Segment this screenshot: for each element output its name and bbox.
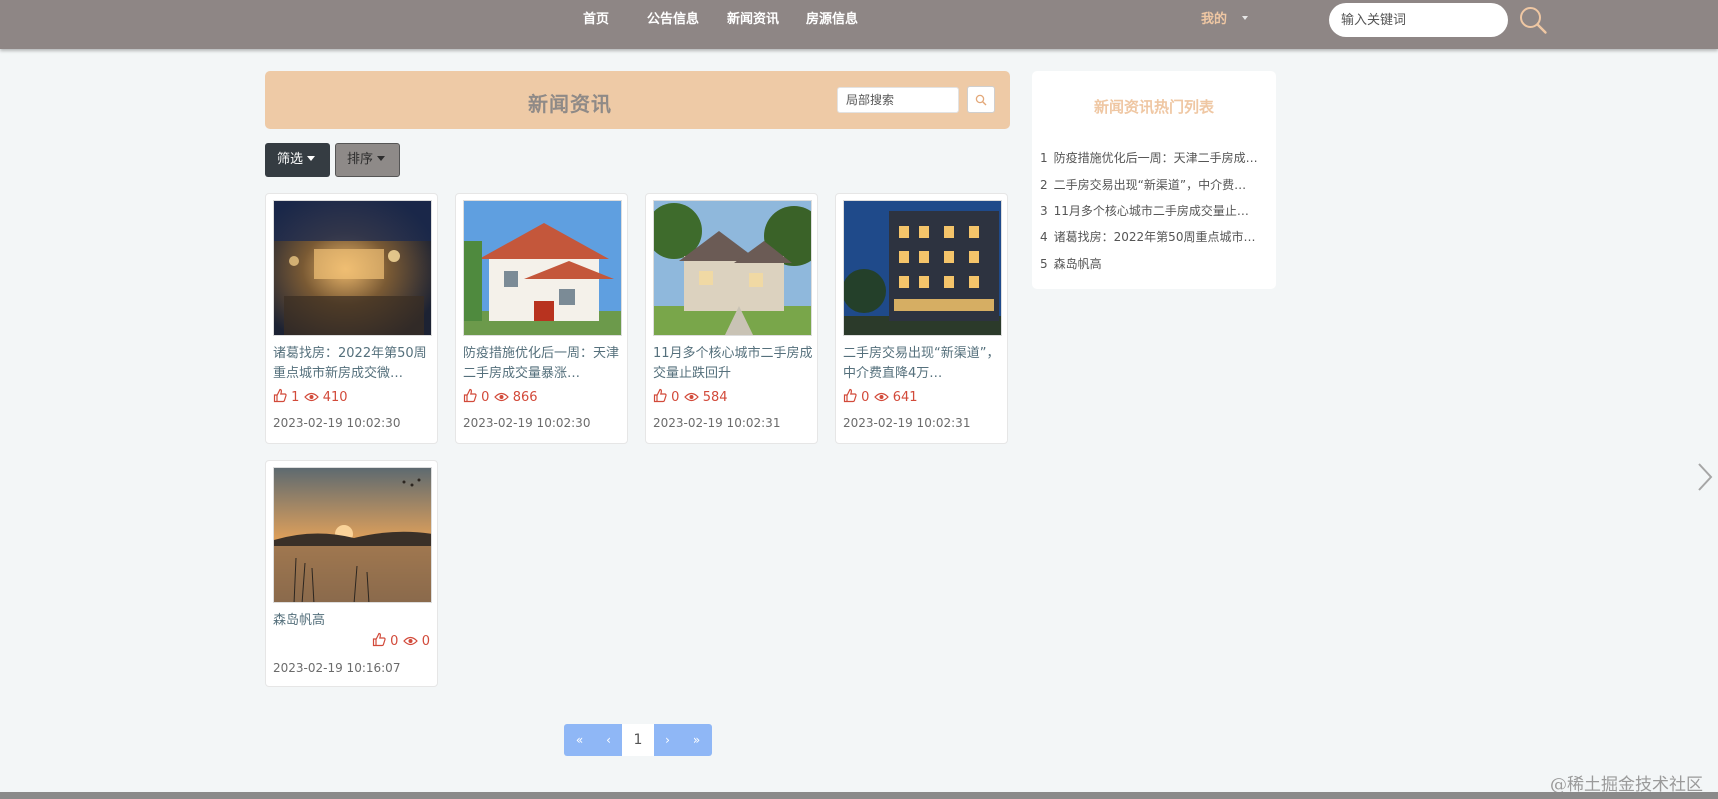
eye-icon — [873, 392, 889, 402]
search-icon[interactable] — [1518, 5, 1548, 35]
news-stats: 0 641 — [843, 388, 918, 406]
chevron-down-icon[interactable] — [1242, 16, 1248, 20]
thumbs-up-icon[interactable] — [463, 388, 477, 403]
view-count: 0 — [421, 634, 430, 649]
news-card[interactable]: 防疫措施优化后一周：天津二手房成交量暴涨… 0 866 2023-02-19 1… — [455, 193, 628, 444]
hot-news-rank: 5 — [1040, 257, 1048, 271]
footer-bar — [0, 792, 1718, 799]
pager-first-button[interactable]: « — [564, 724, 595, 756]
sort-dropdown-button[interactable]: 排序 — [335, 143, 400, 177]
top-navbar: 首页 公告信息 新闻资讯 房源信息 我的 — [0, 0, 1718, 49]
nav-announcements[interactable]: 公告信息 — [647, 12, 699, 28]
filter-label: 筛选 — [277, 152, 304, 167]
like-count: 1 — [291, 390, 300, 405]
hot-news-rank: 2 — [1040, 178, 1048, 192]
news-thumbnail[interactable] — [653, 200, 812, 336]
filter-dropdown-button[interactable]: 筛选 — [265, 143, 330, 177]
hot-news-item[interactable]: 2 二手房交易出现“新渠道”，中介费… — [1040, 177, 1270, 193]
like-count: 0 — [390, 634, 399, 649]
nav-home[interactable]: 首页 — [583, 12, 609, 28]
pager-current-page[interactable]: 1 — [622, 724, 654, 756]
news-date: 2023-02-19 10:02:30 — [273, 416, 401, 430]
page-title: 新闻资讯 — [528, 92, 612, 116]
local-search-button[interactable] — [967, 86, 995, 113]
house-night-image — [274, 201, 431, 335]
news-date: 2023-02-19 10:02:30 — [463, 416, 591, 430]
nav-listings[interactable]: 房源信息 — [806, 12, 858, 28]
pager-prev-button[interactable]: ‹ — [595, 724, 622, 756]
hot-news-rank: 1 — [1040, 151, 1048, 165]
news-card[interactable]: 森岛帆高 0 0 2023-02-19 10:16:07 — [265, 460, 438, 687]
news-title[interactable]: 防疫措施优化后一周：天津二手房成交量暴涨… — [463, 344, 623, 384]
eye-icon — [303, 392, 319, 402]
pager-next-button[interactable]: › — [654, 724, 681, 756]
news-title[interactable]: 二手房交易出现“新渠道”，中介费直降4万… — [843, 344, 1003, 384]
pager-last-button[interactable]: » — [681, 724, 712, 756]
like-count: 0 — [861, 390, 870, 405]
news-thumbnail[interactable] — [843, 200, 1002, 336]
nav-news[interactable]: 新闻资讯 — [727, 12, 779, 28]
eye-icon — [493, 392, 509, 402]
hot-news-text[interactable]: 防疫措施优化后一周：天津二手房成… — [1054, 151, 1258, 165]
news-date: 2023-02-19 10:02:31 — [653, 416, 781, 430]
hot-news-item[interactable]: 1 防疫措施优化后一周：天津二手房成… — [1040, 150, 1270, 166]
view-count: 641 — [892, 390, 918, 405]
news-stats: 0 0 — [372, 632, 430, 650]
like-count: 0 — [481, 390, 490, 405]
local-search-input[interactable] — [837, 87, 959, 113]
eye-icon — [683, 392, 699, 402]
thumbs-up-icon[interactable] — [843, 388, 857, 403]
building-dusk-image — [844, 201, 1001, 335]
news-title[interactable]: 诸葛找房：2022年第50周重点城市新房成交微… — [273, 344, 433, 384]
hot-news-rank: 3 — [1040, 204, 1048, 218]
news-card[interactable]: 诸葛找房：2022年第50周重点城市新房成交微… 1 410 2023-02-1… — [265, 193, 438, 444]
chevron-right-icon[interactable] — [1697, 462, 1713, 492]
hot-news-title: 新闻资讯热门列表 — [1093, 98, 1214, 116]
thumbs-up-icon[interactable] — [653, 388, 667, 403]
hot-news-rank: 4 — [1040, 230, 1048, 244]
like-count: 0 — [671, 390, 680, 405]
view-count: 584 — [702, 390, 728, 405]
hot-news-item[interactable]: 5 森岛帆高 — [1040, 256, 1270, 272]
news-stats: 0 866 — [463, 388, 538, 406]
news-header-banner: 新闻资讯 — [265, 71, 1010, 129]
news-stats: 0 584 — [653, 388, 728, 406]
hot-news-panel: 新闻资讯热门列表 1 防疫措施优化后一周：天津二手房成… 2 二手房交易出现“新渠道… — [1032, 71, 1276, 289]
news-thumbnail[interactable] — [273, 467, 432, 603]
thumbs-up-icon[interactable] — [372, 632, 386, 647]
hot-news-item[interactable]: 4 诸葛找房：2022年第50周重点城市… — [1040, 229, 1270, 245]
hot-news-text[interactable]: 11月多个核心城市二手房成交量止… — [1054, 204, 1249, 218]
my-account-menu[interactable]: 我的 — [1201, 12, 1227, 28]
search-input[interactable] — [1329, 3, 1508, 37]
caret-down-icon — [307, 156, 316, 161]
news-date: 2023-02-19 10:16:07 — [273, 661, 401, 675]
news-title[interactable]: 11月多个核心城市二手房成交量止跌回升 — [653, 344, 813, 384]
sort-label: 排序 — [347, 152, 374, 167]
eye-icon — [402, 636, 418, 646]
lake-sunset-image — [274, 468, 431, 602]
news-card[interactable]: 11月多个核心城市二手房成交量止跌回升 0 584 2023-02-19 10:… — [645, 193, 818, 444]
view-count: 410 — [322, 390, 348, 405]
news-stats: 1 410 — [273, 388, 348, 406]
news-date: 2023-02-19 10:02:31 — [843, 416, 971, 430]
hot-news-text[interactable]: 诸葛找房：2022年第50周重点城市… — [1054, 230, 1256, 244]
view-count: 866 — [512, 390, 538, 405]
hot-news-text[interactable]: 森岛帆高 — [1054, 257, 1102, 271]
news-thumbnail[interactable] — [273, 200, 432, 336]
news-card[interactable]: 二手房交易出现“新渠道”，中介费直降4万… 0 641 2023-02-19 1… — [835, 193, 1008, 444]
hot-news-text[interactable]: 二手房交易出现“新渠道”，中介费… — [1054, 178, 1246, 192]
news-thumbnail[interactable] — [463, 200, 622, 336]
search-icon — [975, 94, 987, 106]
hot-news-item[interactable]: 3 11月多个核心城市二手房成交量止… — [1040, 203, 1270, 219]
caret-down-icon — [377, 156, 386, 161]
suburban-house-image — [654, 201, 811, 335]
thumbs-up-icon[interactable] — [273, 388, 287, 403]
villa-image — [464, 201, 621, 335]
